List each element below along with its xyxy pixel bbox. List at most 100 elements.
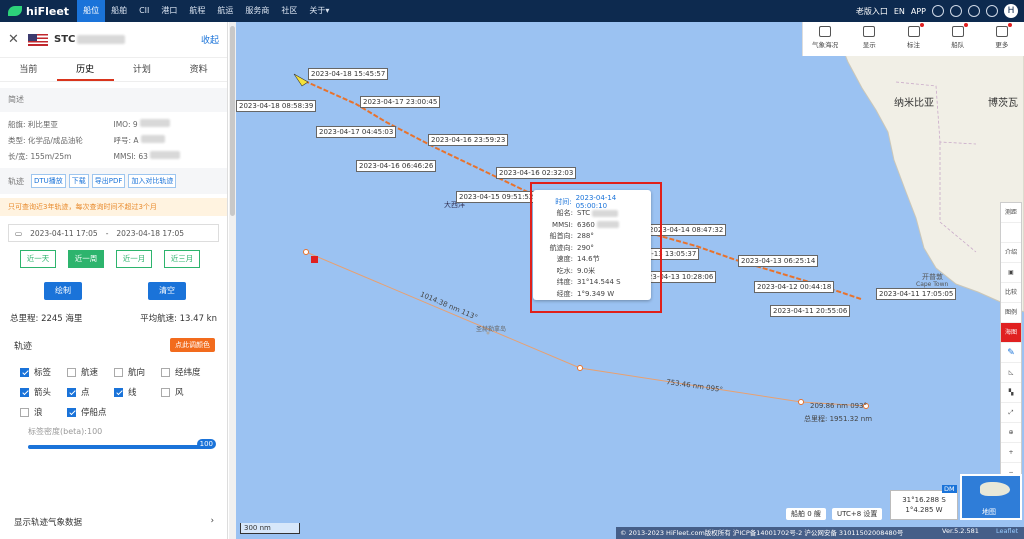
- leaflet-link[interactable]: Leaflet: [996, 527, 1018, 535]
- weather-data-toggle[interactable]: 显示轨迹气象数据 ›: [14, 516, 214, 528]
- help-icon[interactable]: [986, 5, 998, 17]
- close-icon[interactable]: ✕: [8, 32, 22, 47]
- checkbox[interactable]: [67, 387, 76, 397]
- slider-value[interactable]: 100: [196, 439, 216, 449]
- color-button[interactable]: 点此调颜色: [170, 338, 215, 352]
- track-time-label[interactable]: 2023-04-18 08:58:39: [236, 100, 317, 112]
- track-actions: 绘制 清空: [44, 282, 227, 300]
- user-avatar[interactable]: H: [1004, 4, 1018, 18]
- checkbox[interactable]: [114, 367, 123, 377]
- old-version-link[interactable]: 老版入口: [856, 6, 888, 17]
- label-density-slider[interactable]: 100: [28, 439, 216, 449]
- map-view[interactable]: 纳米比亚 博茨瓦 大西洋 开普敦 Cape Town 圣赫勒拿岛 1014.38…: [236, 22, 1024, 539]
- track-time-label[interactable]: 2023-04-11 17:05:05: [876, 288, 957, 300]
- compare-track-button[interactable]: 加入对比轨迹: [128, 174, 177, 188]
- draw-button[interactable]: 绘制: [44, 282, 82, 300]
- nav-item-shipping[interactable]: 航运: [211, 0, 239, 22]
- date-start[interactable]: 2023-04-11 17:05: [30, 229, 98, 238]
- tab-history[interactable]: 历史: [56, 58, 114, 81]
- print-icon[interactable]: ▣: [1001, 263, 1021, 283]
- track-time-label[interactable]: 2023-04-17 04:45:03: [316, 126, 397, 138]
- checkbox[interactable]: [67, 407, 76, 417]
- measure-tool[interactable]: 测距: [1001, 203, 1021, 223]
- export-pdf-button[interactable]: 导出PDF: [91, 174, 126, 188]
- track-time-label[interactable]: 2023-04-16 23:59:23: [428, 134, 509, 146]
- nav-item-ships[interactable]: 船舶: [105, 0, 133, 22]
- panel-scroll-thumb[interactable]: [230, 26, 235, 216]
- chevron-right-icon: ›: [210, 516, 214, 526]
- nav-item-position[interactable]: 船位: [77, 0, 106, 22]
- app-link[interactable]: APP: [911, 7, 926, 16]
- compare-tool[interactable]: 比较: [1001, 283, 1021, 303]
- nav-item-voyage[interactable]: 航程: [183, 0, 211, 22]
- option-heading[interactable]: 航向: [114, 366, 161, 378]
- track-time-label[interactable]: 2023-04-13 06:25:14: [738, 255, 819, 267]
- utc-setting[interactable]: UTC+8 设置: [832, 508, 883, 520]
- option-stop-point[interactable]: 停船点: [67, 406, 114, 418]
- range-1month-button[interactable]: 近一月: [116, 250, 152, 268]
- tab-current[interactable]: 当前: [0, 58, 57, 81]
- checkbox[interactable]: [20, 367, 29, 377]
- track-time-label[interactable]: 2023-04-17 23:00:45: [360, 96, 441, 108]
- range-1week-button[interactable]: 近一周: [68, 250, 104, 268]
- range-3month-button[interactable]: 近三月: [164, 250, 200, 268]
- checkbox[interactable]: [114, 387, 123, 397]
- pencil-icon[interactable]: ✎: [1001, 343, 1021, 363]
- nav-item-community[interactable]: 社区: [275, 0, 303, 22]
- checkbox[interactable]: [67, 367, 76, 377]
- option-line[interactable]: 线: [114, 386, 161, 398]
- checkbox[interactable]: [20, 407, 29, 417]
- cloud-icon[interactable]: [950, 5, 962, 17]
- date-range-picker[interactable]: ▭ 2023-04-11 17:05 - 2023-04-18 17:05: [8, 224, 219, 242]
- track-time-label[interactable]: 2023-04-15 09:51:52: [456, 191, 537, 203]
- track-time-label[interactable]: 2023-04-12 00:44:18: [754, 281, 835, 293]
- zoom-in-button[interactable]: +: [1001, 443, 1021, 463]
- ruler-icon[interactable]: ◺: [1001, 363, 1021, 383]
- brand-logo[interactable]: hiFleet: [0, 0, 77, 22]
- track-time-label[interactable]: 2023-04-16 02:32:03: [496, 167, 577, 179]
- option-latlon[interactable]: 经纬度: [161, 366, 211, 378]
- display-tool[interactable]: 显示: [847, 22, 891, 56]
- chat-icon[interactable]: [932, 5, 944, 17]
- tab-info[interactable]: 资料: [170, 58, 227, 81]
- checkbox[interactable]: [20, 387, 29, 397]
- tab-plan[interactable]: 计划: [114, 58, 171, 81]
- download-button[interactable]: 下载: [68, 174, 89, 188]
- option-speed[interactable]: 航速: [67, 366, 114, 378]
- option-wind[interactable]: 风: [161, 386, 211, 398]
- coord-format-tag[interactable]: DM: [942, 485, 957, 493]
- locate-icon[interactable]: ⊕: [1001, 423, 1021, 443]
- chart-tool[interactable]: 海图: [1001, 323, 1021, 343]
- language-switch[interactable]: EN: [894, 7, 905, 16]
- collapse-button[interactable]: 收起: [201, 33, 219, 46]
- nav-item-ports[interactable]: 港口: [155, 0, 183, 22]
- fleet-tool[interactable]: 船队: [936, 22, 980, 56]
- share-icon[interactable]: [968, 5, 980, 17]
- area-icon[interactable]: ▚: [1001, 383, 1021, 403]
- more-tool[interactable]: 更多: [980, 22, 1024, 56]
- range-1day-button[interactable]: 近一天: [20, 250, 56, 268]
- option-arrow[interactable]: 箭头: [20, 386, 67, 398]
- track-time-label[interactable]: 2023-04-16 06:46:26: [356, 160, 437, 172]
- option-label[interactable]: 标签: [20, 366, 67, 378]
- date-end[interactable]: 2023-04-18 17:05: [116, 229, 184, 238]
- mark-tool[interactable]: 标注: [891, 22, 935, 56]
- clear-button[interactable]: 清空: [148, 282, 186, 300]
- checkbox[interactable]: [161, 367, 170, 377]
- nav-item-about[interactable]: 关于▾: [303, 0, 335, 22]
- nav-item-providers[interactable]: 服务商: [239, 0, 275, 22]
- track-time-label[interactable]: 2023-04-18 15:45:57: [308, 68, 389, 80]
- nav-item-cii[interactable]: CII: [133, 0, 155, 22]
- weather-tool[interactable]: 气象海况: [803, 22, 847, 56]
- option-point[interactable]: 点: [67, 386, 114, 398]
- intro-tool[interactable]: 介绍: [1001, 243, 1021, 263]
- dtu-play-button[interactable]: DTU播放: [31, 174, 66, 188]
- expand-icon[interactable]: ⤢: [1001, 403, 1021, 423]
- option-wave[interactable]: 浪: [20, 406, 67, 418]
- track-time-label[interactable]: 2023-04-11 20:55:06: [770, 305, 851, 317]
- checkbox[interactable]: [161, 387, 170, 397]
- legend-tool[interactable]: 图例: [1001, 303, 1021, 323]
- basemap-switch[interactable]: 地图: [960, 474, 1022, 520]
- side-tool-blank[interactable]: [1001, 223, 1021, 243]
- quick-range: 近一天 近一周 近一月 近三月: [20, 250, 227, 268]
